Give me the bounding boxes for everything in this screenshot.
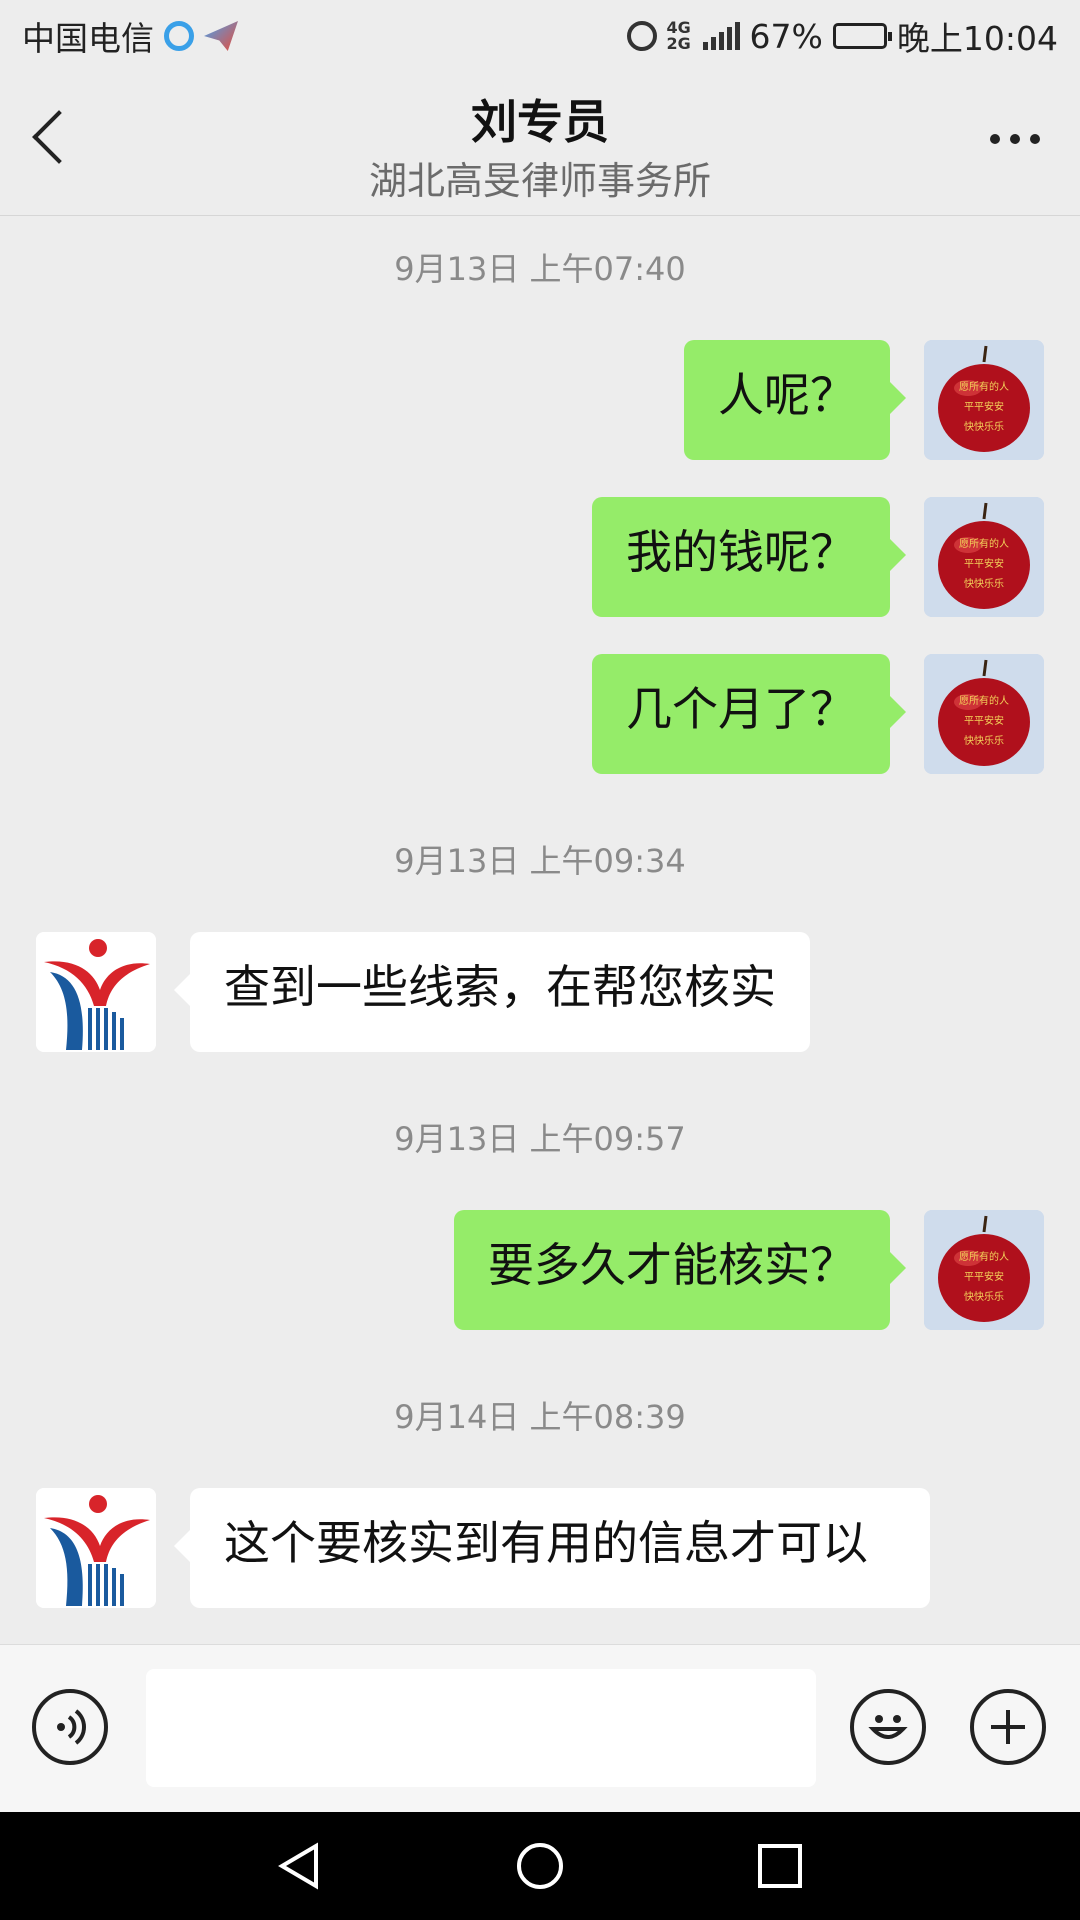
avatar-lettering: 快快乐乐 bbox=[964, 421, 1004, 433]
avatar-lettering: 愿所有的人 bbox=[959, 380, 1009, 393]
nav-recent-icon[interactable] bbox=[756, 1842, 804, 1890]
lawfirm-avatar[interactable] bbox=[36, 932, 156, 1052]
timestamp: 9月13日 上午09:57 bbox=[394, 1120, 686, 1158]
my-avatar[interactable]: 愿所有的人 平平安安 快快乐乐 bbox=[924, 340, 1044, 460]
my-message-bubble[interactable]: 人呢？ bbox=[684, 340, 906, 460]
timestamp: 9月14日 上午08:39 bbox=[394, 1398, 686, 1436]
avatar-lettering: 快快乐乐 bbox=[964, 1291, 1004, 1303]
browser-icon bbox=[164, 21, 194, 51]
contact-name: 刘专员 bbox=[471, 95, 609, 149]
my-avatar[interactable]: 愿所有的人 平平安安 快快乐乐 bbox=[924, 654, 1044, 774]
avatar-lettering: 快快乐乐 bbox=[964, 578, 1004, 590]
my-message-bubble[interactable]: 我的钱呢？ bbox=[592, 497, 906, 617]
my-message-bubble[interactable]: 几个月了？ bbox=[592, 654, 906, 774]
avatar-lettering: 平平安安 bbox=[964, 557, 1004, 570]
their-message-bubble[interactable]: 这个要核实到有用的信息才可以 bbox=[174, 1488, 930, 1608]
emoji-icon[interactable] bbox=[850, 1689, 926, 1765]
battery-percent: 67% bbox=[749, 16, 823, 56]
avatar-lettering: 快快乐乐 bbox=[964, 735, 1004, 747]
my-avatar[interactable]: 愿所有的人 平平安安 快快乐乐 bbox=[924, 497, 1044, 617]
avatar-lettering: 愿所有的人 bbox=[959, 1250, 1009, 1263]
nav-home-icon[interactable] bbox=[516, 1842, 564, 1890]
status-bar: 中国电信 4G 2G 67% 晚上10:04 bbox=[0, 0, 1080, 72]
their-message-bubble[interactable]: 查到一些线索，在帮您核实 bbox=[174, 932, 810, 1052]
clock: 晚上10:04 bbox=[896, 19, 1058, 58]
avatar-lettering: 愿所有的人 bbox=[959, 537, 1009, 550]
system-nav-bar bbox=[0, 1812, 1080, 1920]
my-message-bubble[interactable]: 要多久才能核实？ bbox=[454, 1210, 906, 1330]
send-app-icon bbox=[204, 21, 238, 51]
battery-icon bbox=[832, 23, 892, 49]
nav-back-icon[interactable] bbox=[276, 1842, 324, 1890]
status-left: 中国电信 bbox=[22, 12, 238, 60]
network-label: 4G 2G bbox=[666, 18, 691, 53]
my-avatar[interactable]: 愿所有的人 平平安安 快快乐乐 bbox=[924, 1210, 1044, 1330]
input-bar bbox=[0, 1644, 1080, 1812]
lawfirm-avatar[interactable] bbox=[36, 1488, 156, 1608]
alarm-icon bbox=[626, 21, 657, 51]
message-input[interactable] bbox=[146, 1669, 816, 1787]
timestamp: 9月13日 上午09:34 bbox=[394, 842, 686, 880]
timestamp: 9月13日 上午07:40 bbox=[394, 250, 686, 288]
carrier-label: 中国电信 bbox=[22, 19, 154, 58]
chat-header: 刘专员 湖北高旻律师事务所 bbox=[0, 72, 1080, 216]
avatar-lettering: 愿所有的人 bbox=[959, 694, 1009, 707]
contact-organization: 湖北高旻律师事务所 bbox=[368, 159, 711, 203]
status-right: 4G 2G 67% 晚上10:04 bbox=[626, 12, 1058, 60]
avatar-lettering: 平平安安 bbox=[964, 1270, 1004, 1283]
voice-icon[interactable] bbox=[32, 1689, 108, 1765]
avatar-lettering: 平平安安 bbox=[964, 714, 1004, 727]
avatar-lettering: 平平安安 bbox=[964, 400, 1004, 413]
more-icon[interactable] bbox=[990, 134, 1040, 144]
plus-icon[interactable] bbox=[970, 1689, 1046, 1765]
signal-icon bbox=[702, 22, 740, 50]
